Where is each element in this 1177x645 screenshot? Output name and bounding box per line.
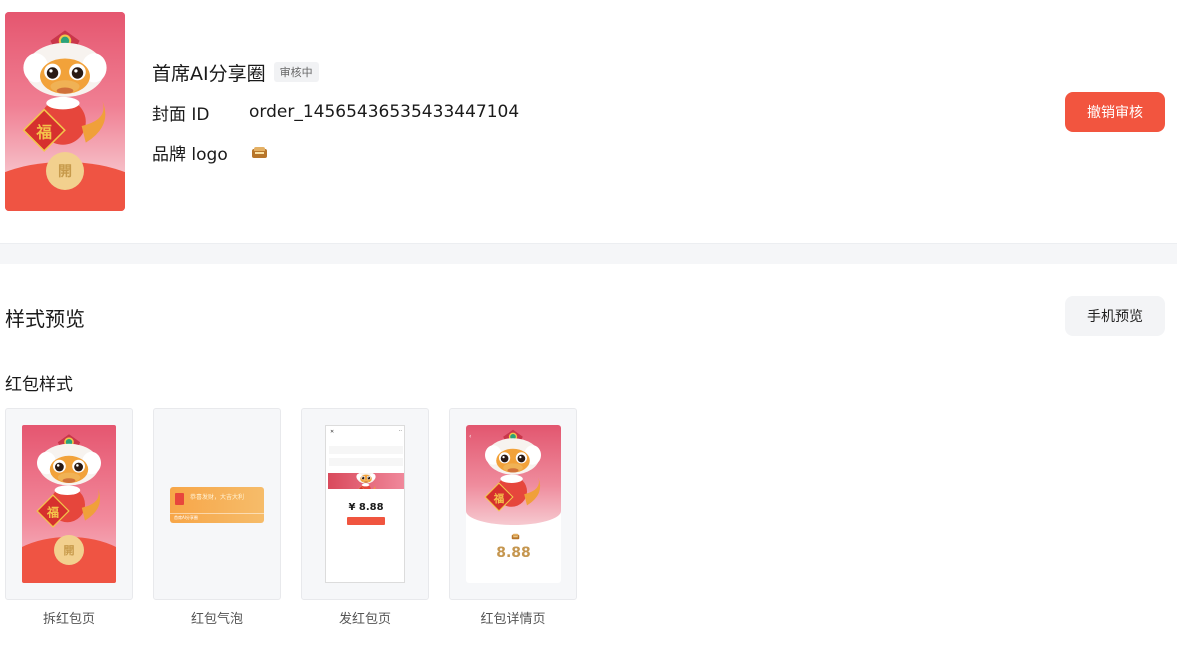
send-page-preview: ✕ ·· ¥ 8.88	[325, 425, 405, 583]
send-amount: ¥ 8.88	[348, 502, 384, 513]
amount-input-row	[329, 446, 403, 454]
greeting-input-row	[329, 458, 403, 466]
red-packet-style-title: 红包样式	[5, 375, 73, 395]
more-icon: ··	[398, 428, 402, 434]
cover-name: 首席AI分享圈	[152, 62, 266, 85]
bubble-divider	[170, 513, 264, 514]
detail-page-header: ‹	[466, 425, 561, 525]
style-preview-title: 样式预览	[5, 307, 85, 331]
detail-page-preview: ‹ 8.88	[466, 425, 561, 583]
caption-send-page: 发红包页	[338, 612, 391, 627]
preview-card-bubble[interactable]: 恭喜发财，大吉大利 首席AI分享圈	[153, 408, 281, 600]
detail-brand	[466, 531, 561, 542]
preview-card-detail-page[interactable]: ‹ 8.88	[449, 408, 577, 600]
caption-detail-page: 红包详情页	[480, 612, 546, 627]
bubble-footer: 首席AI分享圈	[174, 515, 198, 520]
status-badge: 审核中	[273, 62, 319, 82]
cover-info: 首席AI分享圈 审核中 封面 ID order_1456543653543344…	[152, 58, 520, 165]
phone-preview-button[interactable]: 手机预览	[1065, 296, 1165, 336]
open-page-preview: 開	[22, 425, 116, 583]
lion-mascot-image	[354, 473, 378, 489]
bubble-text: 恭喜发财，大吉大利	[190, 494, 245, 501]
open-char: 開	[63, 544, 75, 557]
preview-card-open-page[interactable]: 開	[5, 408, 133, 600]
detail-amount: 8.88	[496, 545, 531, 561]
caption-bubble: 红包气泡	[190, 612, 243, 627]
back-icon: ‹	[469, 433, 472, 440]
section-divider	[0, 243, 1177, 264]
red-packet-icon	[175, 493, 184, 505]
lion-mascot-image	[13, 26, 117, 172]
close-icon: ✕	[330, 429, 335, 435]
brand-logo-icon	[511, 533, 519, 540]
cover-id-row: 封面 ID order_1456543653543344710​4	[152, 100, 520, 125]
cover-id-label: 封面 ID	[152, 104, 210, 125]
lion-mascot-image	[29, 431, 109, 543]
open-button-icon: 開	[46, 152, 84, 190]
brand-logo-icon	[252, 146, 267, 158]
red-packet-bubble: 恭喜发财，大吉大利 首席AI分享圈	[170, 487, 264, 523]
lion-mascot-image	[478, 427, 548, 525]
cover-banner	[328, 473, 404, 489]
open-char: 開	[58, 164, 72, 180]
brand-logo-row: 品牌 logo	[152, 140, 519, 165]
caption-open-page: 拆红包页	[42, 612, 95, 627]
brand-logo-label: 品牌 logo	[152, 144, 228, 165]
cover-thumbnail: 開	[5, 12, 125, 211]
open-button-icon: 開	[54, 535, 84, 565]
preview-card-send-page[interactable]: ✕ ·· ¥ 8.88	[301, 408, 429, 600]
send-button	[347, 517, 385, 525]
revoke-review-button[interactable]: 撤销审核	[1065, 92, 1165, 132]
send-page-topbar: ✕ ··	[326, 426, 406, 440]
cover-id-value: order_1456543653543344710​4	[249, 102, 520, 122]
